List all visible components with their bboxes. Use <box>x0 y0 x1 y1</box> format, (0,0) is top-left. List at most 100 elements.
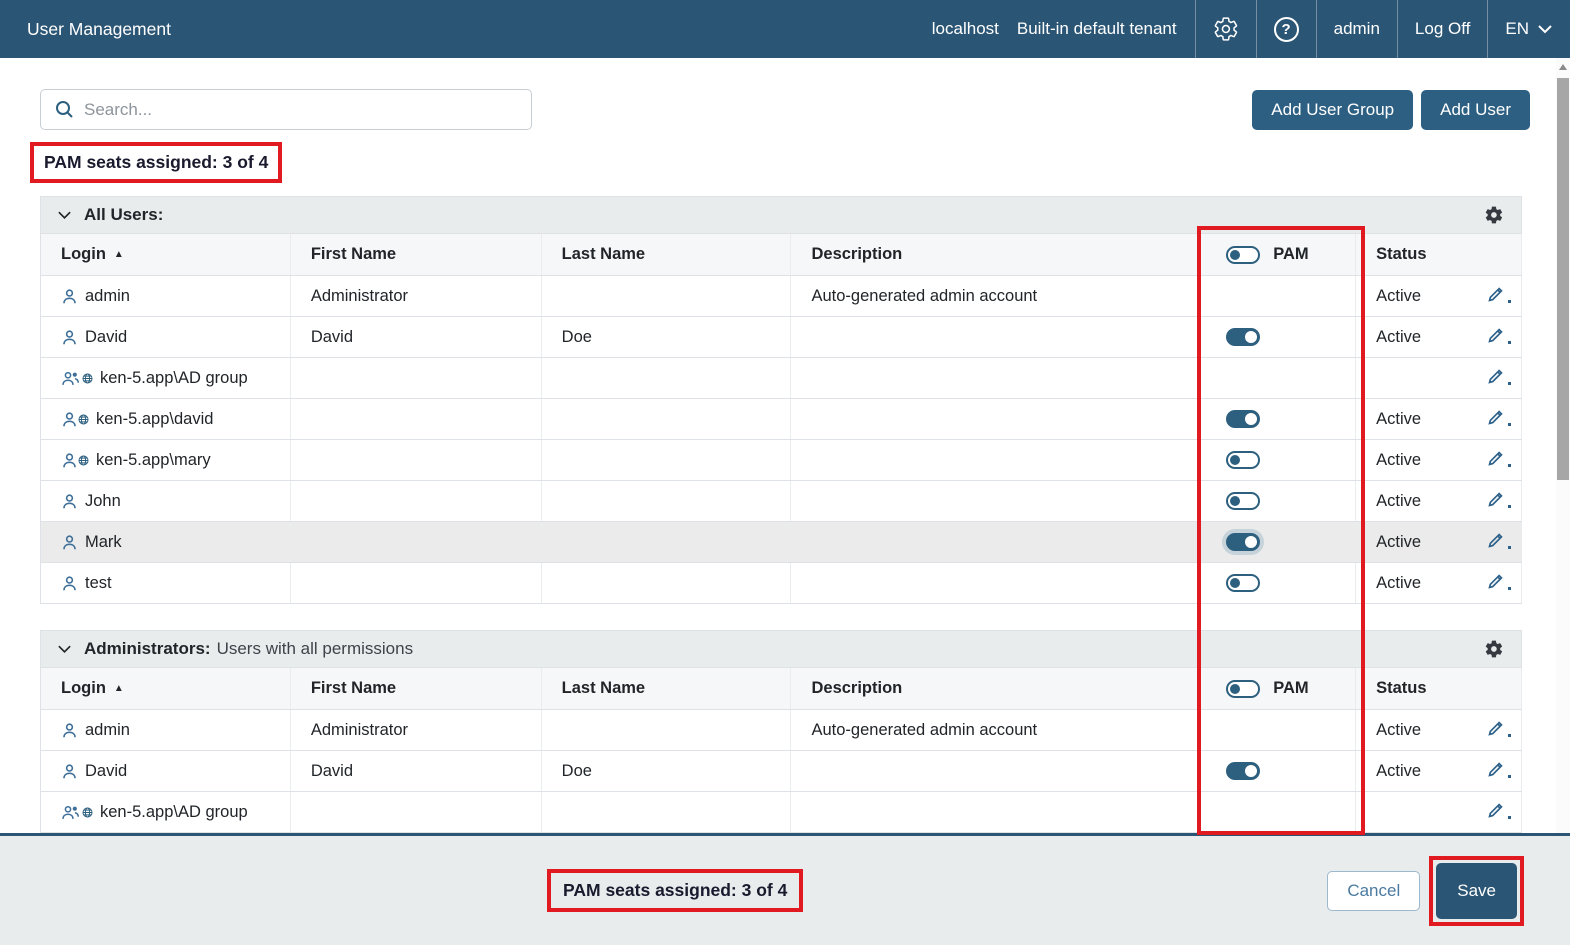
column-header-pam: PAM <box>1198 234 1356 275</box>
last-name-cell <box>542 399 792 439</box>
language-selector[interactable]: EN <box>1488 0 1570 58</box>
current-user-menu[interactable]: admin <box>1317 0 1397 58</box>
pam-toggle[interactable] <box>1226 246 1260 264</box>
edit-button[interactable] <box>1487 407 1511 431</box>
all-users-table: All Users: Login▲First NameLast NameDescr… <box>40 196 1522 604</box>
column-header-description: Description <box>791 668 1198 709</box>
status-label: Active <box>1376 721 1421 740</box>
clipped-icon-fragment <box>1508 546 1511 549</box>
status-cell <box>1356 358 1522 398</box>
edit-pencil-icon <box>1487 800 1506 824</box>
main-content: Add User Group Add User PAM seats assign… <box>0 89 1570 833</box>
section-title: All Users: <box>84 205 163 225</box>
pam-toggle[interactable] <box>1226 533 1260 551</box>
table-row[interactable]: DavidDavidDoeActive <box>41 751 1522 792</box>
first-name-cell <box>291 481 542 521</box>
column-header-login[interactable]: Login▲ <box>41 234 291 275</box>
administrators-table: Administrators:Users with all permission… <box>40 630 1522 833</box>
login-cell: admin <box>41 710 291 750</box>
scroll-up-icon[interactable] <box>1559 64 1567 70</box>
edit-button[interactable] <box>1487 800 1511 824</box>
status-cell: Active <box>1356 276 1522 316</box>
collapse-chevron-icon[interactable] <box>57 644 72 654</box>
login-label: admin <box>85 721 130 740</box>
save-button[interactable]: Save <box>1436 863 1517 919</box>
edit-button[interactable] <box>1487 718 1511 742</box>
edit-button[interactable] <box>1487 489 1511 513</box>
edit-button[interactable] <box>1487 366 1511 390</box>
scrollbar-thumb[interactable] <box>1557 78 1569 480</box>
table-row[interactable]: ken-5.app\AD group <box>41 792 1522 833</box>
pam-toggle[interactable] <box>1226 762 1260 780</box>
footer: PAM seats assigned: 3 of 4 Cancel Save <box>0 833 1570 945</box>
pam-toggle[interactable] <box>1226 680 1260 698</box>
edit-button[interactable] <box>1487 325 1511 349</box>
column-header-login[interactable]: Login▲ <box>41 668 291 709</box>
description-cell <box>791 563 1198 603</box>
pam-toggle[interactable] <box>1226 492 1260 510</box>
last-name-cell <box>542 276 792 316</box>
toggle-knob <box>1245 413 1257 425</box>
status-cell: Active <box>1356 399 1522 439</box>
cancel-button[interactable]: Cancel <box>1327 871 1420 911</box>
annotation-save-highlight: Save <box>1429 856 1524 926</box>
table-row[interactable]: ken-5.app\AD group <box>41 358 1522 399</box>
add-user-group-button[interactable]: Add User Group <box>1252 90 1413 130</box>
edit-pencil-icon <box>1487 759 1506 783</box>
table-row[interactable]: MarkActive <box>41 522 1522 563</box>
clipped-icon-fragment <box>1508 423 1511 426</box>
search-box[interactable] <box>40 89 532 130</box>
search-input[interactable] <box>84 100 519 120</box>
first-name-cell <box>291 399 542 439</box>
table-settings-gear-icon[interactable] <box>1484 639 1504 659</box>
status-label: Active <box>1376 328 1421 347</box>
edit-button[interactable] <box>1487 530 1511 554</box>
pam-toggle[interactable] <box>1226 328 1260 346</box>
edit-button[interactable] <box>1487 571 1511 595</box>
table-settings-gear-icon[interactable] <box>1484 205 1504 225</box>
table-row[interactable]: testActive <box>41 563 1522 604</box>
column-header-first-name: First Name <box>291 234 542 275</box>
column-header-row: Login▲First NameLast NameDescriptionPAMS… <box>41 668 1522 710</box>
table-row[interactable]: adminAdministratorAuto-generated admin a… <box>41 276 1522 317</box>
pam-cell <box>1198 710 1356 750</box>
pam-cell <box>1198 317 1356 357</box>
login-label: admin <box>85 287 130 306</box>
toggle-knob <box>1230 684 1240 694</box>
logoff-button[interactable]: Log Off <box>1398 0 1487 58</box>
table-row[interactable]: ken-5.app\david Active <box>41 399 1522 440</box>
pam-toggle[interactable] <box>1226 451 1260 469</box>
column-header-last-name: Last Name <box>542 234 792 275</box>
login-cell: ken-5.app\david <box>41 399 291 439</box>
pam-toggle[interactable] <box>1226 574 1260 592</box>
first-name-cell: David <box>291 317 542 357</box>
edit-button[interactable] <box>1487 448 1511 472</box>
scrollbar[interactable] <box>1556 58 1570 833</box>
edit-button[interactable] <box>1487 284 1511 308</box>
login-cell: David <box>41 751 291 791</box>
status-cell: Active <box>1356 751 1522 791</box>
table-row[interactable]: JohnActive <box>41 481 1522 522</box>
toggle-knob <box>1230 578 1240 588</box>
pam-toggle[interactable] <box>1226 410 1260 428</box>
edit-pencil-icon <box>1487 489 1506 513</box>
collapse-chevron-icon[interactable] <box>57 210 72 220</box>
clipped-icon-fragment <box>1508 587 1511 590</box>
toggle-knob <box>1230 250 1240 260</box>
pam-cell <box>1198 440 1356 480</box>
settings-button[interactable] <box>1196 0 1256 58</box>
description-cell: Auto-generated admin account <box>791 710 1198 750</box>
table-row[interactable]: adminAdministratorAuto-generated admin a… <box>41 710 1522 751</box>
edit-button[interactable] <box>1487 759 1511 783</box>
column-header-status: Status <box>1356 234 1522 275</box>
column-header-login-label: Login <box>61 245 106 264</box>
first-name-cell: David <box>291 751 542 791</box>
status-label: Active <box>1376 574 1421 593</box>
add-user-button[interactable]: Add User <box>1421 90 1530 130</box>
status-cell: Active <box>1356 563 1522 603</box>
table-row[interactable]: ken-5.app\maryActive <box>41 440 1522 481</box>
column-header-status-label: Status <box>1376 679 1426 698</box>
help-button[interactable]: ? <box>1257 0 1316 58</box>
table-row[interactable]: DavidDavidDoeActive <box>41 317 1522 358</box>
column-header-row: Login▲First NameLast NameDescriptionPAMS… <box>41 234 1522 276</box>
